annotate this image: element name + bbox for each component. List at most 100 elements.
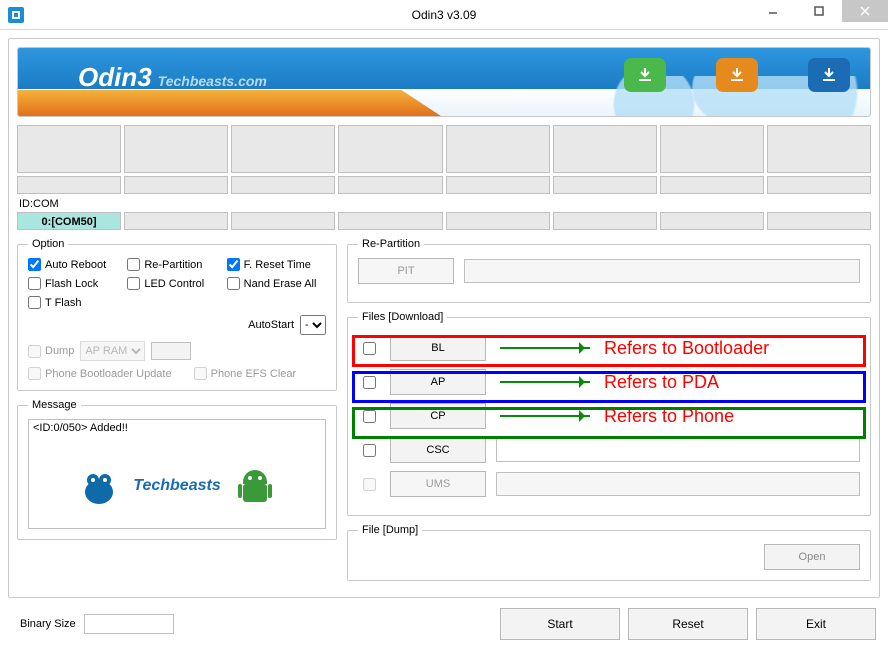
port-slot (660, 176, 764, 194)
port-slot (231, 176, 335, 194)
dump-input (28, 345, 41, 358)
idcom-slot[interactable] (338, 212, 442, 230)
download-icon (716, 58, 758, 92)
dump-value-box (151, 342, 191, 360)
dump-label: Dump (45, 345, 74, 357)
autostart-label: AutoStart (248, 319, 294, 331)
idcom-slot[interactable] (767, 212, 871, 230)
files-legend: Files [Download] (358, 311, 447, 323)
csc-checkbox[interactable] (363, 444, 376, 457)
download-icon (624, 58, 666, 92)
reset-button[interactable]: Reset (628, 608, 748, 640)
port-slot (231, 125, 335, 173)
port-slot (338, 125, 442, 173)
led-control-input[interactable] (127, 277, 140, 290)
phone-efs-clear-input (194, 367, 207, 380)
binary-size-label: Binary Size (20, 618, 76, 630)
t-flash-input[interactable] (28, 296, 41, 309)
files-group: Files [Download] BL Refers to Bootloader… (347, 311, 871, 516)
ap-checkbox[interactable] (363, 376, 376, 389)
ums-checkbox (363, 478, 376, 491)
port-slot (767, 125, 871, 173)
csc-button[interactable]: CSC (390, 437, 486, 463)
repartition-legend: Re-Partition (358, 238, 424, 250)
minimize-button[interactable] (750, 0, 796, 22)
message-box[interactable]: <ID:0/050> Added!! Techbeasts (28, 419, 326, 529)
annotation-cp: Refers to Phone (604, 406, 734, 427)
maximize-button[interactable] (796, 0, 842, 22)
flash-lock-checkbox[interactable]: Flash Lock (28, 277, 127, 290)
idcom-slot[interactable] (231, 212, 335, 230)
start-button[interactable]: Start (500, 608, 620, 640)
dump-select: AP RAM (80, 341, 145, 361)
binary-size-input[interactable] (84, 614, 174, 634)
phone-bootloader-update-checkbox: Phone Bootloader Update (28, 367, 172, 380)
auto-reboot-input[interactable] (28, 258, 41, 271)
idcom-slot[interactable] (660, 212, 764, 230)
arrow-icon (500, 415, 590, 417)
message-logo-text: Techbeasts (133, 477, 220, 495)
t-flash-checkbox[interactable]: T Flash (28, 296, 127, 309)
led-control-checkbox[interactable]: LED Control (127, 277, 226, 290)
nand-erase-all-input[interactable] (227, 277, 240, 290)
f-reset-time-label: F. Reset Time (244, 259, 311, 271)
f-reset-time-checkbox[interactable]: F. Reset Time (227, 258, 326, 271)
repartition-group: Re-Partition PIT (347, 238, 871, 303)
message-text: <ID:0/050> Added!! (33, 422, 321, 434)
bl-checkbox[interactable] (363, 342, 376, 355)
cp-button[interactable]: CP (390, 403, 486, 429)
title-bar: Odin3 v3.09 (0, 0, 888, 30)
idcom-slot[interactable] (446, 212, 550, 230)
phone-efs-clear-label: Phone EFS Clear (211, 368, 297, 380)
phone-bootloader-update-input (28, 367, 41, 380)
pit-path-input[interactable] (464, 259, 860, 283)
re-partition-input[interactable] (127, 258, 140, 271)
port-status-grid (17, 125, 871, 194)
csc-path-input[interactable] (496, 438, 860, 462)
banner-title: Odin3 (78, 62, 152, 93)
port-slot (124, 125, 228, 173)
port-slot (124, 176, 228, 194)
close-button[interactable] (842, 0, 888, 22)
option-group: Option Auto Reboot Re-Partition F. Re (17, 238, 337, 391)
auto-reboot-checkbox[interactable]: Auto Reboot (28, 258, 127, 271)
pit-button[interactable]: PIT (358, 258, 454, 284)
message-logo: Techbeasts (59, 448, 295, 524)
flash-lock-input[interactable] (28, 277, 41, 290)
ums-path-input (496, 472, 860, 496)
idcom-row: 0:[COM50] (17, 212, 871, 230)
idcom-slot[interactable] (553, 212, 657, 230)
re-partition-label: Re-Partition (144, 259, 202, 271)
port-slot (17, 176, 121, 194)
file-dump-group: File [Dump] Open (347, 524, 871, 581)
idcom-slot[interactable] (124, 212, 228, 230)
phone-bootloader-update-label: Phone Bootloader Update (45, 368, 172, 380)
ums-button: UMS (390, 471, 486, 497)
arrow-icon (500, 381, 590, 383)
port-slot (17, 125, 121, 173)
port-slot (446, 125, 550, 173)
nand-erase-all-checkbox[interactable]: Nand Erase All (227, 277, 326, 290)
idcom-label: ID:COM (19, 198, 871, 210)
arrow-icon (500, 347, 590, 349)
cp-checkbox[interactable] (363, 410, 376, 423)
message-legend: Message (28, 399, 81, 411)
port-slot (767, 176, 871, 194)
f-reset-time-input[interactable] (227, 258, 240, 271)
port-slot (553, 176, 657, 194)
autostart-select[interactable]: - (300, 315, 326, 335)
dump-checkbox: Dump (28, 345, 74, 358)
open-button: Open (764, 544, 860, 570)
idcom-slot-active[interactable]: 0:[COM50] (17, 212, 121, 230)
bl-button[interactable]: BL (390, 335, 486, 361)
file-dump-legend: File [Dump] (358, 524, 422, 536)
nand-erase-all-label: Nand Erase All (244, 278, 317, 290)
banner-subtitle: Techbeasts.com (158, 73, 267, 89)
port-slot (553, 125, 657, 173)
exit-button[interactable]: Exit (756, 608, 876, 640)
t-flash-label: T Flash (45, 297, 81, 309)
download-icon (808, 58, 850, 92)
re-partition-checkbox[interactable]: Re-Partition (127, 258, 226, 271)
option-legend: Option (28, 238, 68, 250)
ap-button[interactable]: AP (390, 369, 486, 395)
